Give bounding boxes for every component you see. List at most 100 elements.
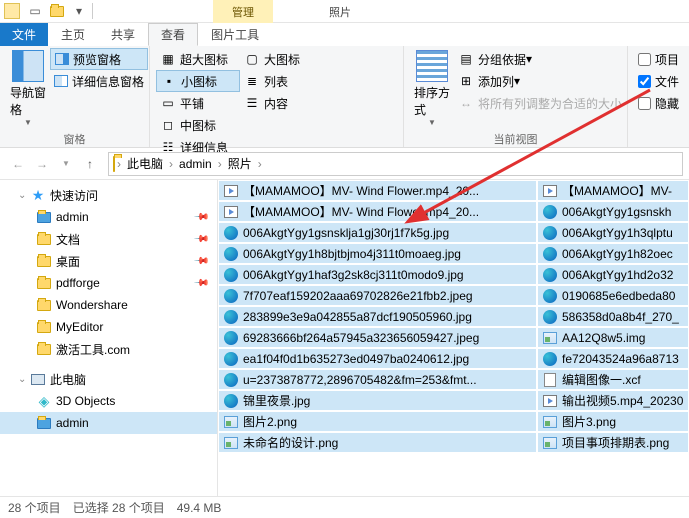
file-item[interactable]: 586358d0a8b4f_270_ bbox=[537, 306, 689, 327]
tab-file[interactable]: 文件 bbox=[0, 23, 48, 46]
image-icon bbox=[542, 435, 558, 451]
item-checkbox[interactable] bbox=[638, 53, 651, 66]
preview-pane-icon bbox=[55, 53, 69, 65]
file-item[interactable]: 【MAMAMOO】MV- Wind Flower.mp4_20... bbox=[218, 180, 537, 201]
file-item[interactable]: AA12Q8w5.img bbox=[537, 327, 689, 348]
ribbon: 导航窗格 ▼ 预览窗格 详细信息窗格 窗格 ▦超大图标 ▪小图标 ▭平铺 bbox=[0, 46, 689, 148]
file-checkbox[interactable] bbox=[638, 75, 651, 88]
file-item[interactable]: u=2373878772,2896705482&fm=253&fmt... bbox=[218, 369, 537, 390]
tab-view[interactable]: 查看 bbox=[148, 23, 198, 46]
tab-home[interactable]: 主页 bbox=[48, 23, 98, 46]
edge-icon bbox=[542, 288, 558, 304]
expand-icon[interactable]: ⌄ bbox=[18, 190, 30, 201]
crumb-admin[interactable]: admin bbox=[175, 157, 216, 171]
tab-share[interactable]: 共享 bbox=[98, 23, 148, 46]
chevron-right-icon[interactable]: › bbox=[256, 157, 264, 171]
tree-quick-access[interactable]: ⌄★快速访问 bbox=[0, 184, 217, 206]
edge-icon bbox=[223, 351, 239, 367]
expand-icon[interactable]: ⌄ bbox=[18, 374, 30, 385]
qat-new-folder[interactable] bbox=[46, 1, 68, 21]
tree-admin[interactable]: admin📌 bbox=[0, 206, 217, 228]
sort-by-button[interactable]: 排序方式 ▼ bbox=[410, 48, 454, 131]
status-selected: 已选择 28 个项目 bbox=[73, 499, 165, 516]
layout-small-icons[interactable]: ▪小图标 bbox=[156, 70, 240, 92]
file-item[interactable]: 图片2.png bbox=[218, 411, 537, 432]
up-button[interactable]: ↑ bbox=[78, 152, 102, 176]
file-name: ea1f04f0d1b635273ed0497ba0240612.jpg bbox=[243, 352, 469, 366]
file-name: 006AkgtYgy1hd2o32 bbox=[562, 268, 673, 282]
file-item[interactable]: 006AkgtYgy1haf3g2sk8cj311t0modo9.jpg bbox=[218, 264, 537, 285]
tab-picture-tools[interactable]: 图片工具 bbox=[198, 23, 272, 46]
layout-extra-large[interactable]: ▦超大图标 bbox=[156, 48, 240, 70]
file-item[interactable]: 006AkgtYgy1hd2o32 bbox=[537, 264, 689, 285]
file-item[interactable]: 006AkgtYgy1h8bjtbjmo4j311t0moaeg.jpg bbox=[218, 243, 537, 264]
context-tab-manage[interactable]: 管理 bbox=[213, 0, 273, 23]
tree-wondershare[interactable]: Wondershare bbox=[0, 294, 217, 316]
layout-content[interactable]: ☰内容 bbox=[240, 92, 320, 114]
tree-admin2[interactable]: admin bbox=[0, 412, 217, 434]
group-by-button[interactable]: ▤分组依据 ▾ bbox=[454, 48, 626, 70]
file-item[interactable]: 项目事项排期表.png bbox=[537, 432, 689, 453]
edge-icon bbox=[223, 309, 239, 325]
edge-icon bbox=[542, 204, 558, 220]
chevron-right-icon[interactable]: › bbox=[216, 157, 224, 171]
back-button[interactable]: ← bbox=[6, 152, 30, 176]
ribbon-group-panes: 导航窗格 ▼ 预览窗格 详细信息窗格 窗格 bbox=[0, 46, 150, 147]
file-item[interactable]: 【MAMAMOO】MV- bbox=[537, 180, 689, 201]
edge-icon bbox=[223, 372, 239, 388]
details-pane-label: 详细信息窗格 bbox=[72, 73, 144, 90]
tree-pdfforge[interactable]: pdfforge📌 bbox=[0, 272, 217, 294]
layout-list[interactable]: ≣列表 bbox=[240, 70, 320, 92]
status-size: 49.4 MB bbox=[177, 501, 222, 515]
file-item[interactable]: fe72043524a96a8713 bbox=[537, 348, 689, 369]
status-item-count: 28 个项目 bbox=[8, 499, 61, 516]
tree-desktop[interactable]: 桌面📌 bbox=[0, 250, 217, 272]
crumb-photos[interactable]: 照片 bbox=[224, 155, 256, 172]
recent-button[interactable]: ▼ bbox=[54, 152, 78, 176]
chevron-right-icon[interactable]: › bbox=[115, 157, 123, 171]
file-item[interactable]: 006AkgtYgy1h82oec bbox=[537, 243, 689, 264]
details-pane-button[interactable]: 详细信息窗格 bbox=[50, 70, 148, 92]
file-item[interactable]: 006AkgtYgy1h3qlptu bbox=[537, 222, 689, 243]
file-list[interactable]: 【MAMAMOO】MV- Wind Flower.mp4_20...【MAMAM… bbox=[218, 180, 689, 496]
tree-3d-objects[interactable]: ◈3D Objects bbox=[0, 390, 217, 412]
checkbox-hidden[interactable]: 隐藏 bbox=[634, 92, 683, 114]
nav-pane-button[interactable]: 导航窗格 ▼ bbox=[6, 48, 50, 131]
file-item[interactable]: ea1f04f0d1b635273ed0497ba0240612.jpg bbox=[218, 348, 537, 369]
ribbon-group-showhide: 项目 文件 隐藏 bbox=[628, 46, 689, 147]
video-icon bbox=[542, 183, 558, 199]
file-item[interactable]: 006AkgtYgy1gsnskh bbox=[537, 201, 689, 222]
file-item[interactable]: 编辑图像一.xcf bbox=[537, 369, 689, 390]
qat-customize[interactable]: ▾ bbox=[68, 1, 90, 21]
edge-icon bbox=[223, 288, 239, 304]
breadcrumb[interactable]: › 此电脑 › admin › 照片 › bbox=[108, 152, 683, 176]
file-name: 锦里夜景.jpg bbox=[243, 392, 310, 409]
crumb-thispc[interactable]: 此电脑 bbox=[123, 155, 167, 172]
add-columns-button[interactable]: ⊞添加列 ▾ bbox=[454, 70, 626, 92]
tree-activation[interactable]: 激活工具.com bbox=[0, 338, 217, 360]
file-item[interactable]: 未命名的设计.png bbox=[218, 432, 537, 453]
file-item[interactable]: 006AkgtYgy1gsnsklja1gj30rj1f7k5g.jpg bbox=[218, 222, 537, 243]
file-name: 图片2.png bbox=[243, 413, 297, 430]
tree-this-pc[interactable]: ⌄此电脑 bbox=[0, 368, 217, 390]
layout-large[interactable]: ▢大图标 bbox=[240, 48, 320, 70]
file-item[interactable]: 7f707eaf159202aaa69702826e21fbb2.jpeg bbox=[218, 285, 537, 306]
preview-pane-button[interactable]: 预览窗格 bbox=[50, 48, 148, 70]
checkbox-item[interactable]: 项目 bbox=[634, 48, 683, 70]
chevron-right-icon[interactable]: › bbox=[167, 157, 175, 171]
layout-medium[interactable]: ◻中图标 bbox=[156, 114, 240, 136]
tree-myeditor[interactable]: MyEditor bbox=[0, 316, 217, 338]
hidden-checkbox[interactable] bbox=[638, 97, 651, 110]
layout-tiles[interactable]: ▭平铺 bbox=[156, 92, 240, 114]
file-item[interactable]: 图片3.png bbox=[537, 411, 689, 432]
file-item[interactable]: 69283666bf264a57945a3236560594​27.jpeg bbox=[218, 327, 537, 348]
file-item[interactable]: 输出视频5.mp4_20230 bbox=[537, 390, 689, 411]
file-item[interactable]: 283899e3e9a042855a87dcf190505960.jpg bbox=[218, 306, 537, 327]
file-item[interactable]: 【MAMAMOO】MV- Wind Flower.mp4_20... bbox=[218, 201, 537, 222]
edge-icon bbox=[223, 246, 239, 262]
file-item[interactable]: 锦里夜景.jpg bbox=[218, 390, 537, 411]
file-item[interactable]: 0190685e6edbeda80 bbox=[537, 285, 689, 306]
checkbox-file[interactable]: 文件 bbox=[634, 70, 683, 92]
tree-documents[interactable]: 文档📌 bbox=[0, 228, 217, 250]
qat-properties[interactable]: ▭ bbox=[24, 1, 46, 21]
